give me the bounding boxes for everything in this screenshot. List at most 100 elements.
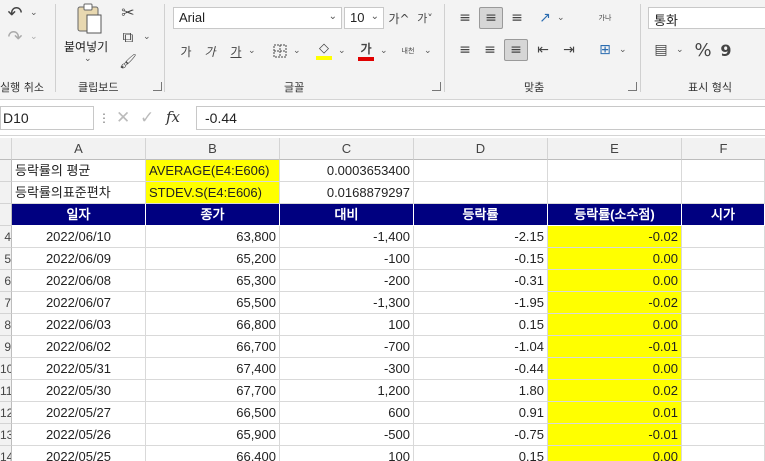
column-header-c[interactable]: C	[280, 138, 414, 160]
rate-decimal-cell[interactable]: 0.00	[548, 358, 682, 380]
table-header-cell[interactable]: 대비	[280, 204, 414, 226]
row-header[interactable]	[0, 204, 12, 226]
row-header[interactable]: 7	[0, 292, 12, 314]
name-box-options-icon[interactable]: ⋮	[98, 111, 110, 125]
cell[interactable]	[682, 336, 765, 358]
row-header[interactable]	[0, 160, 12, 182]
increase-indent-icon[interactable]: ⇥	[558, 40, 580, 60]
row-header[interactable]: 14	[0, 446, 12, 461]
close-cell[interactable]: 66,400	[146, 446, 280, 461]
change-cell[interactable]: 100	[280, 314, 414, 336]
rate-decimal-cell[interactable]: 0.00	[548, 314, 682, 336]
summary-label[interactable]: 등락률의 평균	[12, 160, 146, 182]
close-cell[interactable]: 65,900	[146, 424, 280, 446]
column-header-f[interactable]: F	[682, 138, 765, 160]
comma-style-button[interactable]: 9	[718, 40, 734, 60]
underline-button[interactable]: 가	[226, 41, 246, 61]
row-header[interactable]: 4	[0, 226, 12, 248]
bold-button[interactable]: 가	[176, 41, 196, 61]
row-header[interactable]: 6	[0, 270, 12, 292]
row-header[interactable]: 12	[0, 402, 12, 424]
cell[interactable]	[682, 160, 765, 182]
rate-decimal-cell[interactable]: 0.00	[548, 446, 682, 461]
rate-decimal-cell[interactable]: -0.01	[548, 336, 682, 358]
change-cell[interactable]: -300	[280, 358, 414, 380]
row-header[interactable]: 8	[0, 314, 12, 336]
font-launcher-icon[interactable]	[432, 82, 441, 91]
table-header-cell[interactable]: 종가	[146, 204, 280, 226]
clipboard-launcher-icon[interactable]	[153, 82, 162, 91]
rate-cell[interactable]: 0.15	[414, 314, 548, 336]
font-color-dropdown-icon[interactable]: ⌄	[380, 46, 388, 56]
percent-button[interactable]: %	[692, 40, 714, 61]
row-header[interactable]: 13	[0, 424, 12, 446]
cell[interactable]	[682, 314, 765, 336]
select-all-corner[interactable]	[0, 138, 12, 160]
cancel-icon[interactable]: ✕	[116, 108, 130, 128]
cell[interactable]	[682, 292, 765, 314]
paste-icon[interactable]	[72, 2, 106, 36]
copy-icon[interactable]: ⧉	[118, 27, 138, 47]
name-box[interactable]: D10	[0, 106, 94, 130]
date-cell[interactable]: 2022/06/10	[12, 226, 146, 248]
table-header-cell[interactable]: 일자	[12, 204, 146, 226]
cell[interactable]	[682, 446, 765, 461]
close-cell[interactable]: 65,200	[146, 248, 280, 270]
undo-dropdown-icon[interactable]: ⌄	[30, 8, 38, 18]
cell[interactable]	[548, 182, 682, 204]
accounting-format-icon[interactable]: ▤	[650, 40, 672, 60]
align-middle-icon[interactable]: ≡	[479, 7, 503, 29]
table-header-cell[interactable]: 시가	[682, 204, 765, 226]
rate-decimal-cell[interactable]: 0.00	[548, 270, 682, 292]
redo-dropdown-icon[interactable]: ⌄	[30, 32, 38, 42]
cell[interactable]	[414, 182, 548, 204]
date-cell[interactable]: 2022/05/27	[12, 402, 146, 424]
cell[interactable]	[682, 182, 765, 204]
row-header[interactable]	[0, 182, 12, 204]
align-bottom-icon[interactable]: ≡	[506, 8, 528, 28]
change-cell[interactable]: -200	[280, 270, 414, 292]
close-cell[interactable]: 65,300	[146, 270, 280, 292]
shrink-font-button[interactable]: 가˅	[414, 9, 436, 27]
cell[interactable]	[682, 270, 765, 292]
date-cell[interactable]: 2022/06/03	[12, 314, 146, 336]
merge-center-icon[interactable]: ⊞	[594, 40, 616, 60]
change-cell[interactable]: -100	[280, 248, 414, 270]
summary-label[interactable]: 등락률의표준편차	[12, 182, 146, 204]
fill-color-dropdown-icon[interactable]: ⌄	[338, 46, 346, 56]
change-cell[interactable]: -500	[280, 424, 414, 446]
align-left-icon[interactable]: ≡	[454, 40, 476, 60]
row-header[interactable]: 9	[0, 336, 12, 358]
rate-cell[interactable]: -2.15	[414, 226, 548, 248]
date-cell[interactable]: 2022/05/25	[12, 446, 146, 461]
orientation-icon[interactable]: ↗	[534, 8, 556, 28]
close-cell[interactable]: 67,700	[146, 380, 280, 402]
summary-value[interactable]: 0.0003653400	[280, 160, 414, 182]
cell[interactable]	[414, 160, 548, 182]
date-cell[interactable]: 2022/06/07	[12, 292, 146, 314]
close-cell[interactable]: 66,500	[146, 402, 280, 424]
change-cell[interactable]: 100	[280, 446, 414, 461]
date-cell[interactable]: 2022/06/02	[12, 336, 146, 358]
align-right-icon[interactable]: ≡	[504, 39, 528, 61]
cell[interactable]	[682, 380, 765, 402]
merge-dropdown-icon[interactable]: ⌄	[619, 45, 627, 55]
close-cell[interactable]: 67,400	[146, 358, 280, 380]
rate-decimal-cell[interactable]: 0.01	[548, 402, 682, 424]
close-cell[interactable]: 66,800	[146, 314, 280, 336]
fill-color-icon[interactable]: ◇	[314, 40, 334, 62]
decrease-indent-icon[interactable]: ⇤	[532, 40, 554, 60]
rate-decimal-cell[interactable]: -0.02	[548, 292, 682, 314]
format-painter-icon[interactable]: 🖌	[118, 52, 138, 72]
phonetic-dropdown-icon[interactable]: ⌄	[424, 46, 432, 56]
row-header[interactable]: 10	[0, 358, 12, 380]
align-center-icon[interactable]: ≡	[479, 40, 501, 60]
copy-dropdown-icon[interactable]: ⌄	[143, 32, 151, 42]
underline-dropdown-icon[interactable]: ⌄	[248, 46, 256, 56]
cell[interactable]	[682, 248, 765, 270]
cut-icon[interactable]: ✂	[118, 2, 138, 22]
close-cell[interactable]: 63,800	[146, 226, 280, 248]
summary-formula[interactable]: STDEV.S(E4:E606)	[146, 182, 280, 204]
change-cell[interactable]: -1,300	[280, 292, 414, 314]
row-header[interactable]: 5	[0, 248, 12, 270]
